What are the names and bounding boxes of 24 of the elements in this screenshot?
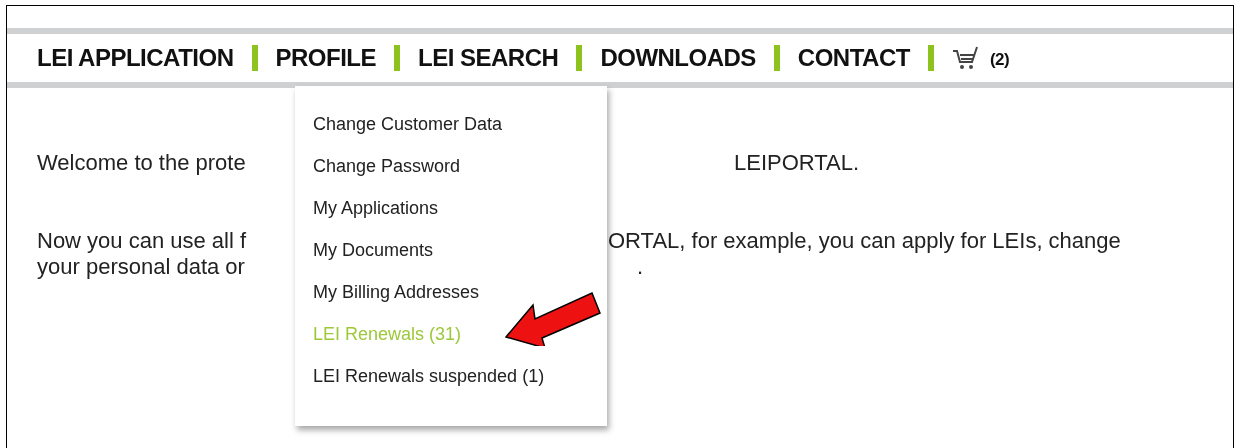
nav-separator [251, 45, 258, 71]
menu-item[interactable]: Change Customer Data [313, 112, 503, 136]
menu-item[interactable]: My Billing Addresses [313, 280, 480, 304]
body-text: your personal data or [37, 253, 245, 281]
nav-separator [927, 45, 934, 71]
body-text: ORTAL, for example, you can apply for LEIs, change [608, 227, 1121, 255]
nav-link[interactable]: LEI APPLICATION [37, 40, 234, 76]
nav-link[interactable]: PROFILE [275, 40, 376, 76]
menu-item[interactable]: LEI Renewals suspended (1) [313, 364, 545, 388]
nav-link[interactable]: DOWNLOADS [600, 40, 756, 76]
nav-link[interactable]: LEI SEARCH [418, 40, 559, 76]
nav-link[interactable]: CONTACT [797, 40, 910, 76]
menu-item[interactable]: Change Password [313, 154, 461, 178]
nav-separator [773, 45, 780, 71]
menu-item[interactable]: My Documents [313, 238, 434, 262]
body-text: Welcome to the prote [37, 149, 246, 177]
body-text: LEIPORTAL. [734, 149, 860, 177]
body-text: . [637, 253, 644, 281]
cart-icon[interactable] [951, 46, 978, 70]
nav-separator [394, 45, 400, 71]
cart-count: (2) [989, 49, 1010, 72]
menu-item[interactable]: My Applications [313, 196, 439, 220]
nav-separator [576, 45, 583, 71]
body-text: Now you can use all f [37, 227, 247, 255]
